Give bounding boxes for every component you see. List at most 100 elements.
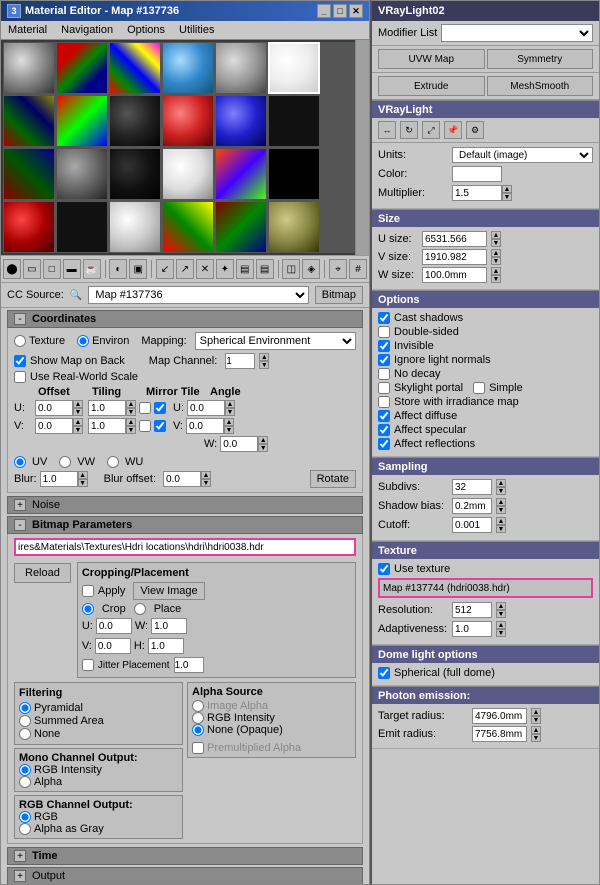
w-angle-down[interactable]: ▼ bbox=[258, 444, 268, 452]
material-thumb-14[interactable] bbox=[56, 148, 108, 200]
v-offset-down[interactable]: ▼ bbox=[73, 426, 83, 434]
alpha-radio[interactable] bbox=[19, 776, 31, 788]
rgb-radio[interactable] bbox=[19, 811, 31, 823]
tool-reset[interactable]: ✕ bbox=[196, 259, 214, 279]
u-size-input[interactable]: 6531.566 bbox=[422, 231, 487, 247]
thumb-scrollbar[interactable] bbox=[355, 40, 369, 255]
bitmap-params-header[interactable]: - Bitmap Parameters bbox=[7, 516, 363, 534]
blur-offset-up[interactable]: ▲ bbox=[201, 471, 211, 479]
target-radius-input[interactable]: 4796.0mm bbox=[472, 708, 527, 724]
image-alpha-radio[interactable] bbox=[192, 700, 204, 712]
jitter-checkbox[interactable] bbox=[82, 659, 94, 671]
cc-source-dropdown[interactable]: Map #137736 bbox=[88, 286, 308, 304]
v-angle-input[interactable]: 0.0 bbox=[186, 418, 224, 434]
u-mirror-checkbox[interactable] bbox=[139, 402, 151, 414]
menu-utilities[interactable]: Utilities bbox=[176, 23, 217, 37]
environ-radio[interactable] bbox=[77, 335, 89, 347]
tool-pick[interactable]: ⌖ bbox=[329, 259, 347, 279]
multiplier-input[interactable]: 1.5 bbox=[452, 185, 502, 201]
tool-sphere[interactable]: ⬤ bbox=[3, 259, 21, 279]
material-thumb-22[interactable] bbox=[162, 201, 214, 253]
tool-show-map[interactable]: ◫ bbox=[282, 259, 300, 279]
cast-shadows-checkbox[interactable] bbox=[378, 312, 390, 324]
u-tiling-input[interactable]: 1.0 bbox=[88, 400, 126, 416]
material-thumb-20[interactable] bbox=[56, 201, 108, 253]
rgb-intensity-radio[interactable] bbox=[19, 764, 31, 776]
material-thumb-13[interactable] bbox=[3, 148, 55, 200]
material-thumb-7[interactable] bbox=[3, 95, 55, 147]
maximize-button[interactable]: □ bbox=[333, 4, 347, 18]
cc-type-button[interactable]: Bitmap bbox=[315, 286, 363, 304]
material-thumb-17[interactable] bbox=[215, 148, 267, 200]
spherical-checkbox[interactable] bbox=[378, 667, 390, 679]
w-angle-input[interactable]: 0.0 bbox=[220, 436, 258, 452]
v-size-up[interactable]: ▲ bbox=[491, 249, 501, 257]
menu-navigation[interactable]: Navigation bbox=[58, 23, 116, 37]
material-thumb-8[interactable] bbox=[56, 95, 108, 147]
multiplier-down[interactable]: ▼ bbox=[502, 193, 512, 201]
rotate-button[interactable]: Rotate bbox=[310, 470, 356, 488]
coordinates-toggle[interactable]: - bbox=[14, 313, 26, 325]
material-thumb-2[interactable] bbox=[56, 42, 108, 94]
emit-radius-up[interactable]: ▲ bbox=[531, 726, 541, 734]
blur-up[interactable]: ▲ bbox=[78, 471, 88, 479]
noise-header[interactable]: + Noise bbox=[7, 496, 363, 514]
tool-bg[interactable]: ▣ bbox=[129, 259, 147, 279]
affect-diffuse-checkbox[interactable] bbox=[378, 410, 390, 422]
blur-offset-down[interactable]: ▼ bbox=[201, 479, 211, 487]
w-size-input[interactable]: 100.0mm bbox=[422, 267, 487, 283]
units-dropdown[interactable]: Default (image) bbox=[452, 147, 593, 163]
modifier-dropdown[interactable] bbox=[441, 24, 593, 42]
output-toggle[interactable]: + bbox=[14, 870, 26, 882]
cutoff-down[interactable]: ▼ bbox=[496, 525, 506, 533]
texture-map-button[interactable]: Map #137744 (hdri0038.hdr) bbox=[378, 578, 593, 598]
subdivs-down[interactable]: ▼ bbox=[496, 487, 506, 495]
none-opaque-radio[interactable] bbox=[192, 724, 204, 736]
material-thumb-6[interactable] bbox=[268, 42, 320, 94]
material-thumb-5[interactable] bbox=[215, 42, 267, 94]
v-offset-up[interactable]: ▲ bbox=[73, 418, 83, 426]
material-thumb-9[interactable] bbox=[109, 95, 161, 147]
reload-button[interactable]: Reload bbox=[14, 563, 71, 583]
output-bar[interactable]: + Output bbox=[7, 867, 363, 884]
mapping-dropdown[interactable]: Spherical Environment bbox=[195, 332, 356, 350]
adaptiveness-down[interactable]: ▼ bbox=[496, 629, 506, 637]
crop-v-input[interactable]: 0.0 bbox=[95, 638, 131, 654]
extrude-button[interactable]: Extrude bbox=[378, 76, 485, 96]
none-filter-radio[interactable] bbox=[19, 728, 31, 740]
premultiplied-checkbox[interactable] bbox=[192, 742, 204, 754]
alpha-as-gray-radio[interactable] bbox=[19, 823, 31, 835]
map-channel-down[interactable]: ▼ bbox=[259, 361, 269, 369]
material-thumb-4[interactable] bbox=[162, 42, 214, 94]
crop-u-input[interactable]: 0.0 bbox=[96, 618, 132, 634]
v-tiling-input[interactable]: 1.0 bbox=[88, 418, 126, 434]
use-texture-checkbox[interactable] bbox=[378, 563, 390, 575]
scale-icon[interactable]: ⤢ bbox=[422, 121, 440, 139]
rotate-icon[interactable]: ↻ bbox=[400, 121, 418, 139]
tool-load[interactable]: ▤ bbox=[236, 259, 254, 279]
u-size-up[interactable]: ▲ bbox=[491, 231, 501, 239]
blur-down[interactable]: ▼ bbox=[78, 479, 88, 487]
texture-radio[interactable] bbox=[14, 335, 26, 347]
tool-shader[interactable]: ◈ bbox=[302, 259, 320, 279]
u-angle-down[interactable]: ▼ bbox=[225, 408, 235, 416]
color-swatch[interactable] bbox=[452, 166, 502, 182]
tool-cylinder[interactable]: ▭ bbox=[23, 259, 41, 279]
tool-save[interactable]: ▤ bbox=[256, 259, 274, 279]
real-world-checkbox[interactable] bbox=[14, 371, 26, 383]
alpha-rgb-intensity-radio[interactable] bbox=[192, 712, 204, 724]
u-size-down[interactable]: ▼ bbox=[491, 239, 501, 247]
u-offset-down[interactable]: ▼ bbox=[73, 408, 83, 416]
v-angle-down[interactable]: ▼ bbox=[224, 426, 234, 434]
shadow-bias-down[interactable]: ▼ bbox=[496, 506, 506, 514]
tool-mat-id[interactable]: # bbox=[349, 259, 367, 279]
ignore-light-normals-checkbox[interactable] bbox=[378, 354, 390, 366]
uvw-map-button[interactable]: UVW Map bbox=[378, 49, 485, 69]
crop-h-input[interactable]: 1.0 bbox=[148, 638, 184, 654]
w-angle-up[interactable]: ▲ bbox=[258, 436, 268, 444]
bitmap-path-input[interactable]: ires&Materials\Textures\Hdri locations\h… bbox=[14, 538, 356, 556]
affect-reflections-checkbox[interactable] bbox=[378, 438, 390, 450]
tool-backlight[interactable]: ◐ bbox=[109, 259, 127, 279]
w-size-up[interactable]: ▲ bbox=[491, 267, 501, 275]
emit-radius-down[interactable]: ▼ bbox=[531, 734, 541, 742]
